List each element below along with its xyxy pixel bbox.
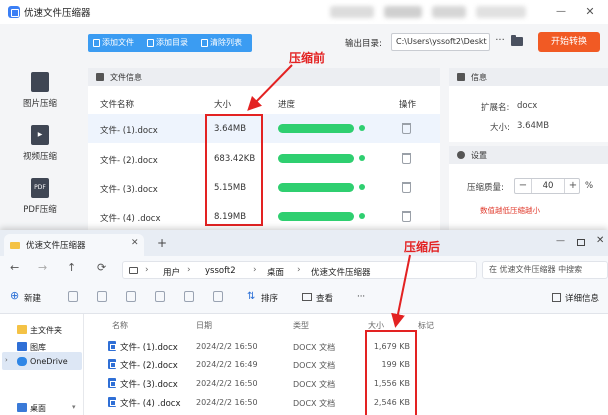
annotation-arrows: [247, 64, 411, 328]
annotation-arrow-after: [391, 254, 411, 328]
annotation-arrow-before: [247, 64, 293, 111]
